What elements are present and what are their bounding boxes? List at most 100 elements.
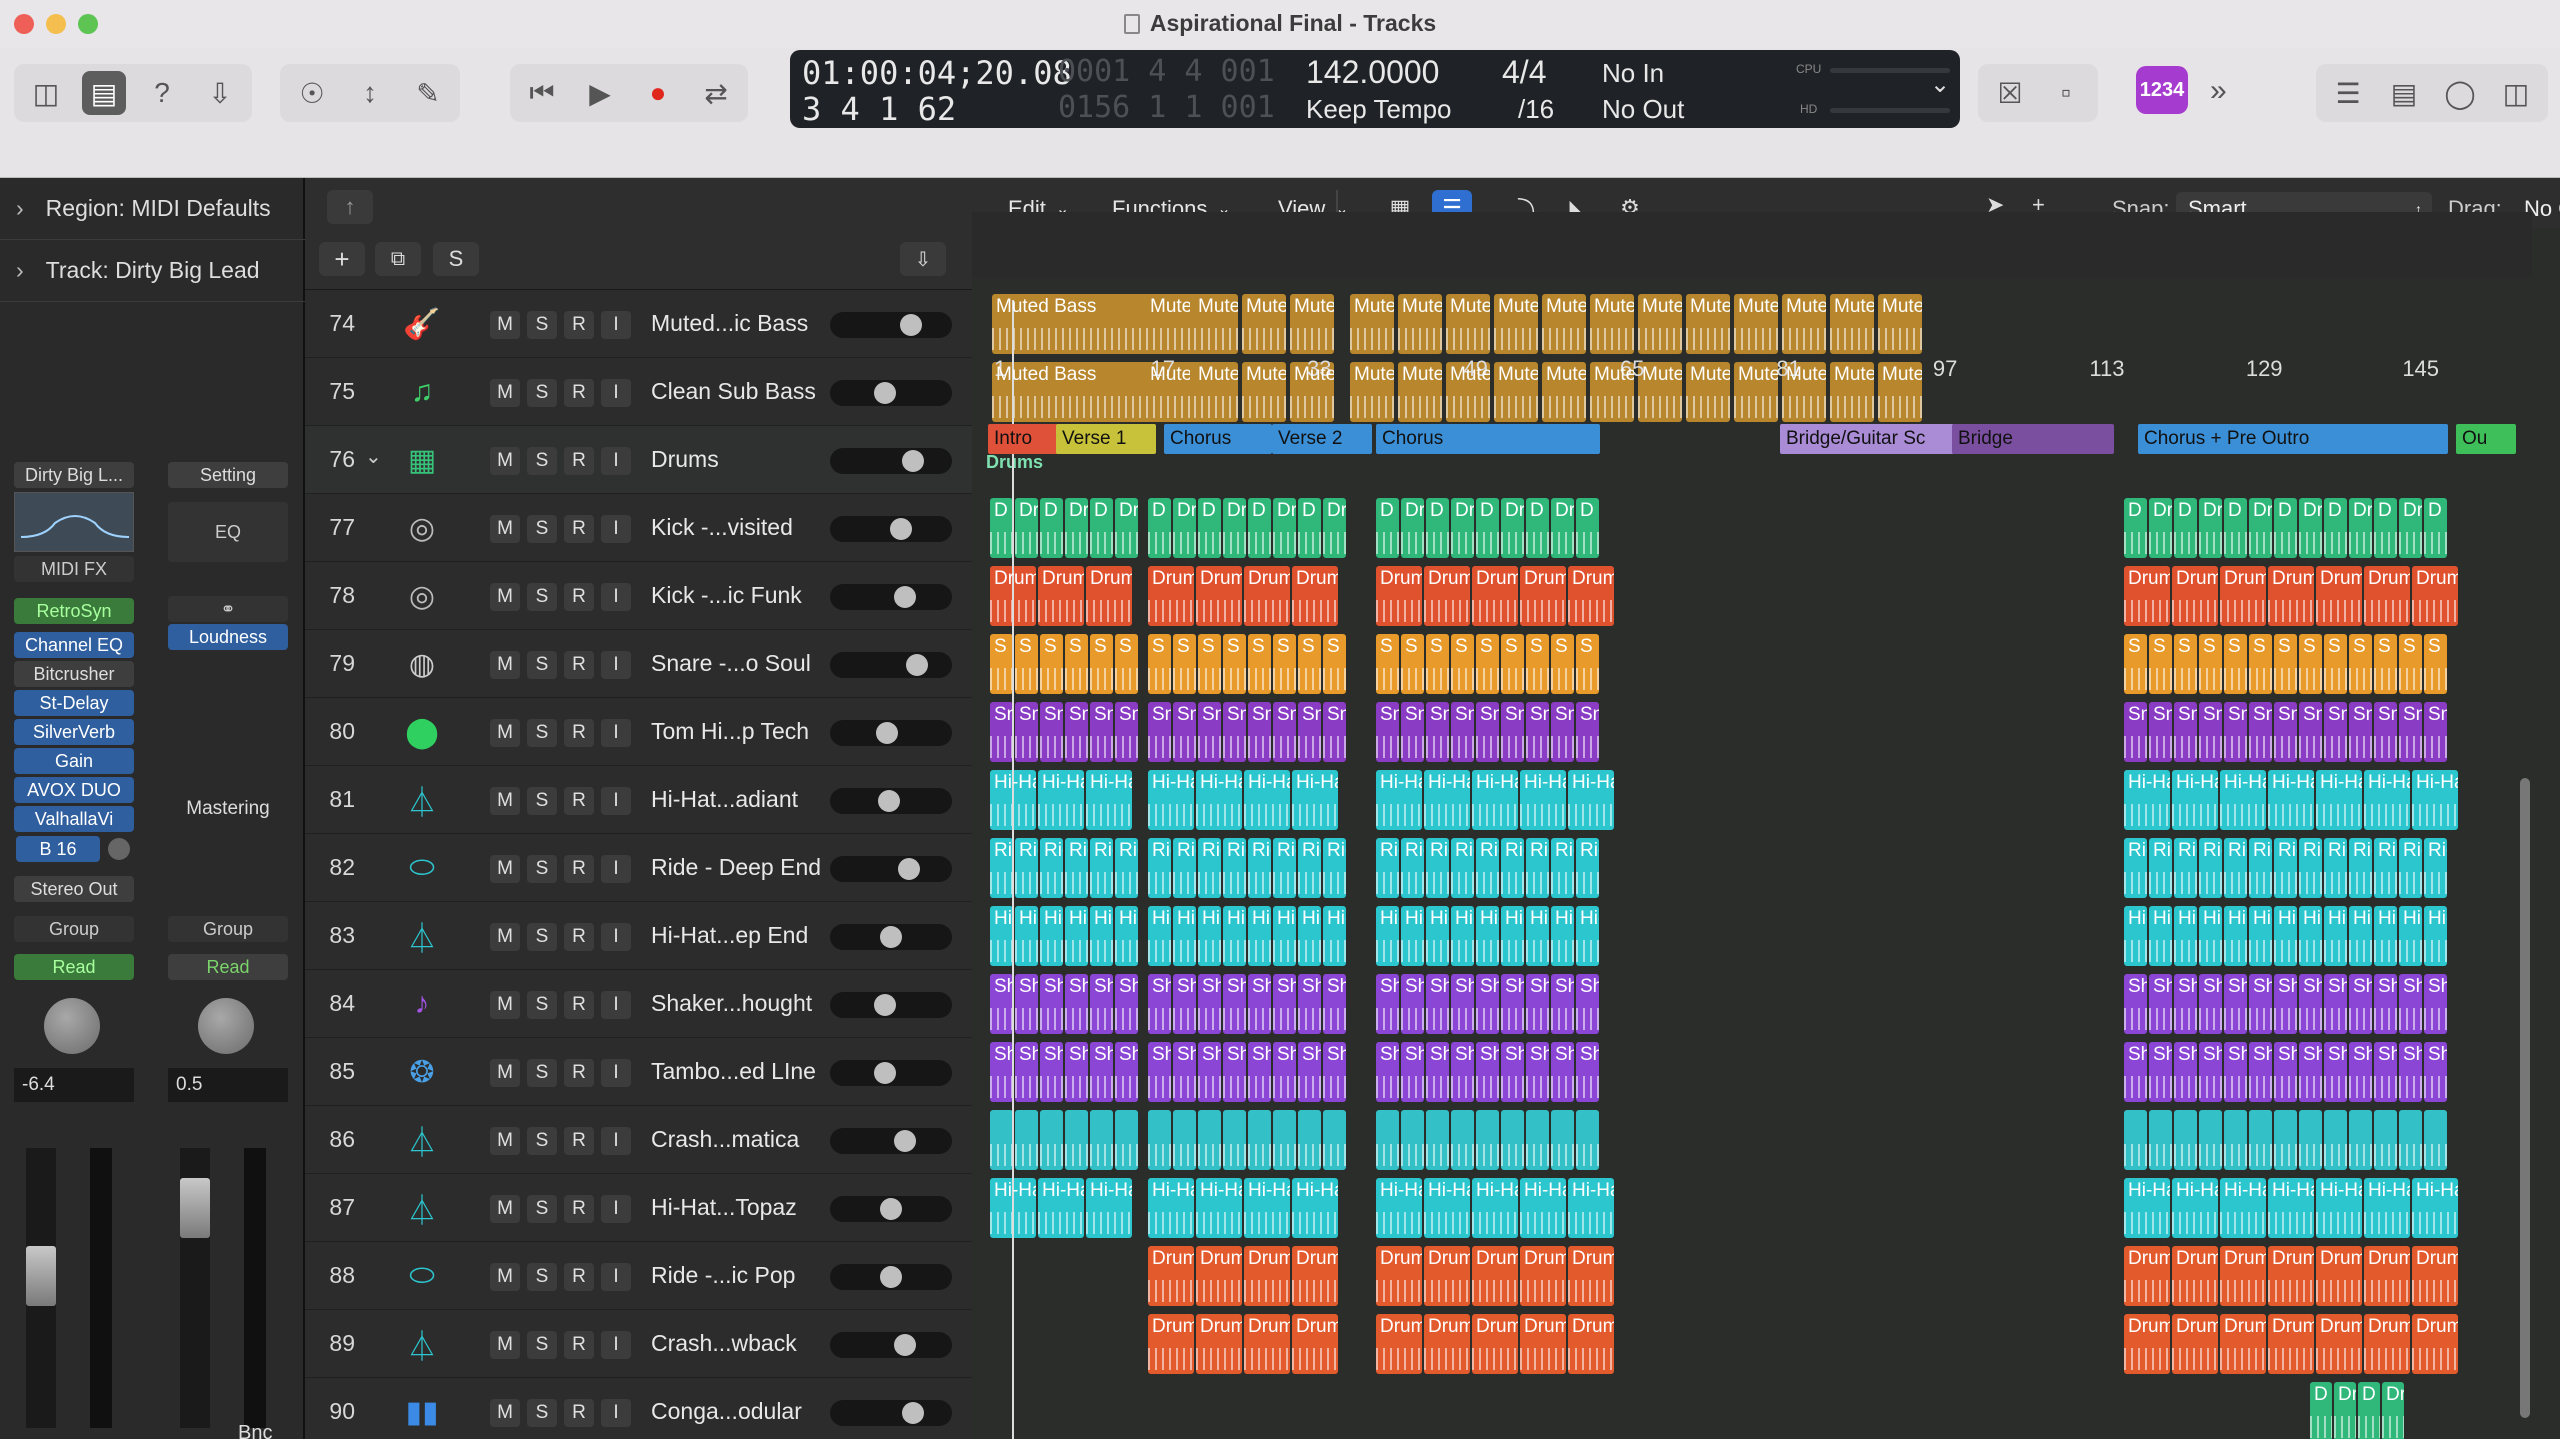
region[interactable]: Sh [1040, 974, 1063, 1034]
region[interactable]: Snar [2399, 702, 2422, 762]
record-button[interactable]: R [564, 1331, 594, 1359]
region[interactable]: Hi-Hat [2316, 1178, 2362, 1238]
bar-ruler[interactable] [972, 212, 2532, 278]
plugin-slot[interactable]: ValhallaVi [14, 806, 134, 832]
region[interactable]: Rid [1576, 838, 1599, 898]
mute-button[interactable]: M [490, 583, 520, 611]
plugin-slot[interactable]: Gain [14, 748, 134, 774]
region[interactable] [1273, 1110, 1296, 1170]
region[interactable]: Muted [1242, 294, 1286, 354]
region[interactable]: Sh [1576, 1042, 1599, 1102]
slider-handle[interactable] [902, 450, 924, 472]
region[interactable]: Drums [1292, 1314, 1338, 1374]
mute-button[interactable]: M [490, 651, 520, 679]
track-row[interactable]: 83 ⏃ M S R I Hi-Hat...ep End [305, 902, 972, 970]
region[interactable]: Rid [2399, 838, 2422, 898]
input-button[interactable]: I [601, 1195, 631, 1223]
region[interactable]: Sh [2299, 1042, 2322, 1102]
input-button[interactable]: I [601, 447, 631, 475]
region[interactable]: Sh [1065, 1042, 1088, 1102]
more-chevron-icon[interactable]: » [2210, 74, 2227, 108]
region[interactable]: Hi- [2324, 906, 2347, 966]
region[interactable]: Sh [2124, 1042, 2147, 1102]
record-button[interactable]: R [564, 311, 594, 339]
region[interactable]: S [2224, 634, 2247, 694]
slider-handle[interactable] [906, 654, 928, 676]
mute-button[interactable]: M [490, 311, 520, 339]
region[interactable]: Snar [2274, 702, 2297, 762]
region[interactable]: Rid [1065, 838, 1088, 898]
cycle-icon[interactable]: ⇄ [694, 71, 738, 115]
region[interactable]: Muted [1350, 362, 1394, 422]
library-icon[interactable]: ◫ [24, 71, 68, 115]
region[interactable]: Rid [2299, 838, 2322, 898]
region[interactable]: S [2374, 634, 2397, 694]
region[interactable]: Sh [1115, 974, 1138, 1034]
region[interactable]: Hi- [1323, 906, 1346, 966]
input-button[interactable]: I [601, 379, 631, 407]
region[interactable]: Drum [2220, 1314, 2266, 1374]
region[interactable]: Snar [1526, 702, 1549, 762]
region[interactable]: Hi- [1501, 906, 1524, 966]
region[interactable]: Drums [1244, 566, 1290, 626]
record-button[interactable]: R [564, 1399, 594, 1427]
region[interactable]: Drums [1424, 1246, 1470, 1306]
mute-button[interactable]: M [490, 1263, 520, 1291]
region[interactable]: Rid [1298, 838, 1321, 898]
smart-controls-icon[interactable]: ☉ [290, 71, 334, 115]
catch-icon[interactable]: ⇩ [900, 242, 946, 276]
solo-button[interactable]: S [527, 311, 557, 339]
strip2-pan-knob[interactable] [198, 998, 254, 1054]
marker[interactable]: Verse 2 [1272, 424, 1372, 454]
record-icon[interactable]: ● [636, 71, 680, 115]
region[interactable]: S [2174, 634, 2197, 694]
region[interactable]: S [1426, 634, 1449, 694]
region[interactable]: Hi- [2174, 906, 2197, 966]
region[interactable]: D [2310, 1382, 2332, 1439]
record-button[interactable]: R [564, 1127, 594, 1155]
region[interactable] [1323, 1110, 1346, 1170]
region[interactable]: Muted [1782, 294, 1826, 354]
strip2-setting[interactable]: Setting [168, 462, 288, 488]
region[interactable]: Hi-Ha [1196, 770, 1242, 830]
region[interactable]: Snar [1401, 702, 1424, 762]
track-name[interactable]: Tambo...ed LIne [651, 1058, 816, 1085]
region[interactable]: Sh [1298, 1042, 1321, 1102]
region[interactable]: Muted [1734, 294, 1778, 354]
region[interactable]: Sh [1376, 1042, 1399, 1102]
region[interactable]: Hi- [1576, 906, 1599, 966]
region[interactable] [1401, 1110, 1424, 1170]
region[interactable]: Dr [1551, 498, 1574, 558]
region[interactable]: Sh [1451, 974, 1474, 1034]
region[interactable]: Muted [1290, 294, 1334, 354]
region[interactable]: Hi- [2274, 906, 2297, 966]
region[interactable]: Dr [1401, 498, 1424, 558]
editors-icon[interactable]: ✎ [406, 71, 450, 115]
strip2-plugin[interactable]: Loudness [168, 624, 288, 650]
region[interactable]: Drum [2412, 1246, 2458, 1306]
slider-handle[interactable] [880, 926, 902, 948]
region[interactable]: Hi-Hat [1472, 1178, 1518, 1238]
region[interactable]: Sh [1090, 974, 1113, 1034]
region[interactable]: Sh [1376, 974, 1399, 1034]
region[interactable]: Muted [1146, 294, 1190, 354]
region[interactable]: S [2424, 634, 2447, 694]
region[interactable]: Snar [2124, 702, 2147, 762]
track-volume-slider[interactable] [830, 312, 952, 338]
region[interactable]: Hi- [1173, 906, 1196, 966]
slider-handle[interactable] [898, 858, 920, 880]
slider-handle[interactable] [874, 1062, 896, 1084]
input-button[interactable]: I [601, 311, 631, 339]
region[interactable]: Snar [1248, 702, 1271, 762]
input-button[interactable]: I [601, 1059, 631, 1087]
region[interactable]: Hi-Ha [1038, 770, 1084, 830]
region[interactable]: Dr [1451, 498, 1474, 558]
region[interactable]: Sh [1115, 1042, 1138, 1102]
region[interactable]: Snar [1065, 702, 1088, 762]
region[interactable]: Muted [1686, 362, 1730, 422]
region[interactable] [1451, 1110, 1474, 1170]
track-row[interactable]: 89 ⏃ M S R I Crash...wback [305, 1310, 972, 1378]
region[interactable]: Hi- [1476, 906, 1499, 966]
solo-button[interactable]: S [527, 1059, 557, 1087]
region[interactable]: Muted [1494, 362, 1538, 422]
